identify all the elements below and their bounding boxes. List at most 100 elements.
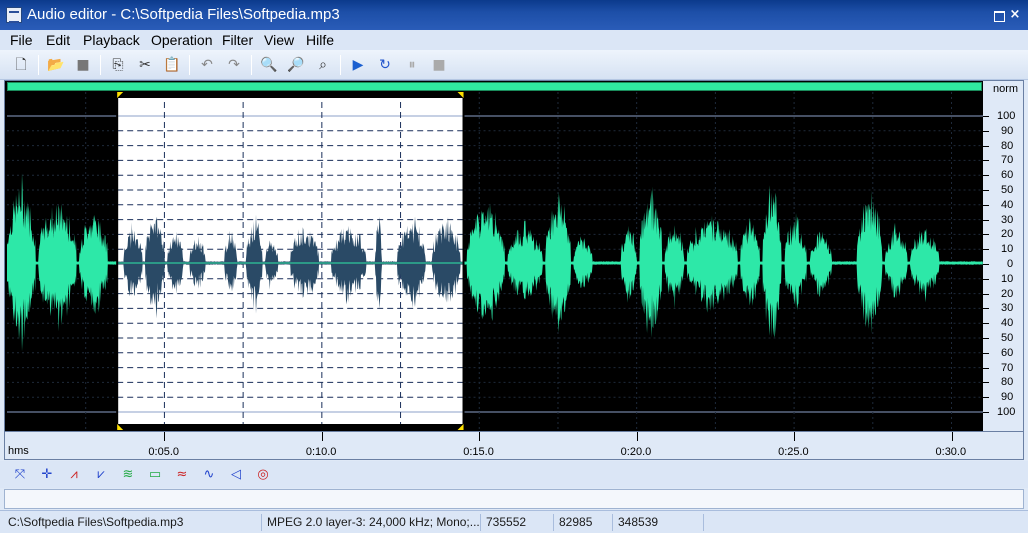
menu-filter[interactable]: Filter (222, 32, 253, 48)
status-selection-end: 348539 (614, 514, 704, 531)
silence-icon: ▭ (148, 467, 162, 482)
time-tick-label: 0:30.0 (935, 446, 967, 458)
waveform-editor[interactable]: norm 100 90 80 70 60 50 40 30 20 10 0 10 20 30 40 50 60 7… (4, 80, 1024, 460)
fade-out-button[interactable]: ⩗ (90, 465, 112, 485)
zoom-fit-icon: ⌕ (319, 57, 327, 73)
menu-operation[interactable]: Operation (151, 32, 212, 48)
fade-in-icon: ⩘ (70, 467, 78, 482)
zoom-in-icon: 🔍 (260, 57, 278, 73)
amplitude-tick-mark (983, 145, 989, 147)
fade-out-icon: ⩗ (97, 467, 105, 482)
title-bar: Audio editor - C:\Softpedia Files\Softpe… (0, 0, 1028, 30)
copy-button[interactable]: ⎘ (107, 54, 129, 76)
time-tick-mark (636, 432, 638, 441)
stop-icon: ■ (432, 57, 446, 73)
amplitude-tick-label: 40 (1001, 317, 1014, 330)
stereo-button[interactable]: ◎ (252, 465, 274, 485)
status-bar: C:\Softpedia Files\Softpedia.mp3 MPEG 2.… (0, 510, 1028, 533)
toolbar-separator (38, 55, 39, 75)
echo-button[interactable]: ∿ (198, 465, 220, 485)
stereo-icon: ◎ (257, 467, 269, 482)
amplitude-tick-mark (983, 308, 989, 310)
amplitude-tick-label: 100 (997, 110, 1016, 122)
cut-button[interactable]: ✂ (134, 54, 156, 76)
zoom-out-button[interactable]: 🔎 (285, 54, 307, 76)
amplify-icon: ≋ (122, 467, 134, 482)
save-button[interactable]: ■ (72, 54, 94, 76)
fade-in-button[interactable]: ⩘ (63, 465, 85, 485)
time-tick-label: 0:15.0 (463, 446, 494, 458)
amplitude-tick-label: 80 (1001, 139, 1014, 152)
amplitude-tick-mark (983, 234, 989, 236)
amplitude-tick-label: 0 (1007, 258, 1014, 270)
stop-button[interactable]: ■ (428, 54, 450, 76)
play-button[interactable]: ▶ (347, 54, 369, 76)
status-format: MPEG 2.0 layer-3: 24,000 kHz; Mono;... (263, 514, 481, 531)
amplitude-tick-label: 70 (1001, 154, 1014, 167)
waveform-right (463, 185, 983, 338)
loop-play-icon: ↻ (379, 57, 391, 73)
menu-edit[interactable]: Edit (46, 32, 70, 48)
amplitude-tick-mark (983, 175, 989, 177)
pause-button[interactable]: ⏸ (401, 54, 423, 76)
time-tick-mark (164, 432, 166, 441)
silence-button[interactable]: ▭ (144, 465, 166, 485)
amplitude-tick-label: 90 (1001, 124, 1014, 137)
menu-view[interactable]: View (264, 32, 294, 48)
loop-play-button[interactable]: ↻ (374, 54, 396, 76)
amplitude-tick-label: 20 (1001, 228, 1014, 241)
close-button[interactable]: × (1007, 7, 1023, 23)
time-tick-label: 0:25.0 (778, 446, 809, 458)
scale-mode-label[interactable]: norm (993, 83, 1018, 95)
amplify-button[interactable]: ≋ (117, 465, 139, 485)
pause-icon: ⏸ (408, 57, 416, 73)
zoom-in-button[interactable]: 🔍 (258, 54, 280, 76)
waveform-display[interactable] (7, 92, 983, 430)
menu-file[interactable]: File (10, 32, 33, 48)
amplitude-tick-label: 90 (1001, 391, 1014, 404)
amplitude-tick-label: 60 (1001, 346, 1014, 359)
open-folder-button[interactable]: 📂 (45, 54, 67, 76)
time-format-label: hms (8, 445, 29, 457)
amplitude-tick-label: 30 (1001, 213, 1014, 226)
center-icon: ✛ (41, 467, 53, 482)
reverse-button[interactable]: ≈ (171, 465, 193, 485)
toolbar-separator (251, 55, 252, 75)
play-icon: ▶ (352, 57, 364, 73)
amplitude-tick-mark (983, 116, 989, 117)
overview-scroll-strip[interactable] (7, 82, 982, 91)
redo-button[interactable]: ↷ (223, 54, 245, 76)
amplitude-tick-mark (983, 190, 989, 191)
center-button[interactable]: ✛ (36, 465, 58, 485)
selection-bottom-bar (117, 424, 464, 430)
noise-icon: ◁ (231, 467, 241, 482)
toolbar-separator (189, 55, 190, 75)
echo-icon: ∿ (203, 467, 215, 482)
amplitude-tick-label: 80 (1001, 376, 1014, 389)
amplitude-tick-mark (983, 338, 989, 339)
amplitude-tick-label: 60 (1001, 169, 1014, 182)
toolbar: 🗋 📂 ■ ⎘ ✂ 📋 ↶ ↷ 🔍 🔎 ⌕ ▶ ↻ ⏸ ■ (0, 50, 1028, 80)
amplitude-tick-mark (983, 397, 989, 399)
amplitude-tick-label: 40 (1001, 198, 1014, 211)
open-folder-icon: 📂 (47, 57, 65, 73)
normalize-button[interactable]: ⤧ (9, 465, 31, 485)
menu-hilfe[interactable]: Hilfe (306, 32, 334, 48)
paste-button[interactable]: 📋 (161, 54, 183, 76)
amplitude-tick-mark (983, 264, 989, 265)
new-file-button[interactable]: 🗋 (10, 54, 32, 76)
amplitude-tick-label: 10 (1001, 243, 1014, 256)
menu-playback[interactable]: Playback (83, 32, 140, 48)
maximize-button[interactable] (990, 7, 1006, 23)
amplitude-tick-mark (983, 323, 989, 325)
reverse-icon: ≈ (176, 467, 188, 482)
toolbar-separator (340, 55, 341, 75)
zoom-fit-button[interactable]: ⌕ (312, 54, 334, 76)
undo-button[interactable]: ↶ (196, 54, 218, 76)
amplitude-tick-label: 20 (1001, 287, 1014, 300)
noise-button[interactable]: ◁ (225, 465, 247, 485)
copy-icon: ⎘ (112, 57, 124, 73)
redo-icon: ↷ (228, 57, 240, 73)
waveform-left (7, 173, 117, 352)
save-icon: ■ (76, 57, 90, 73)
